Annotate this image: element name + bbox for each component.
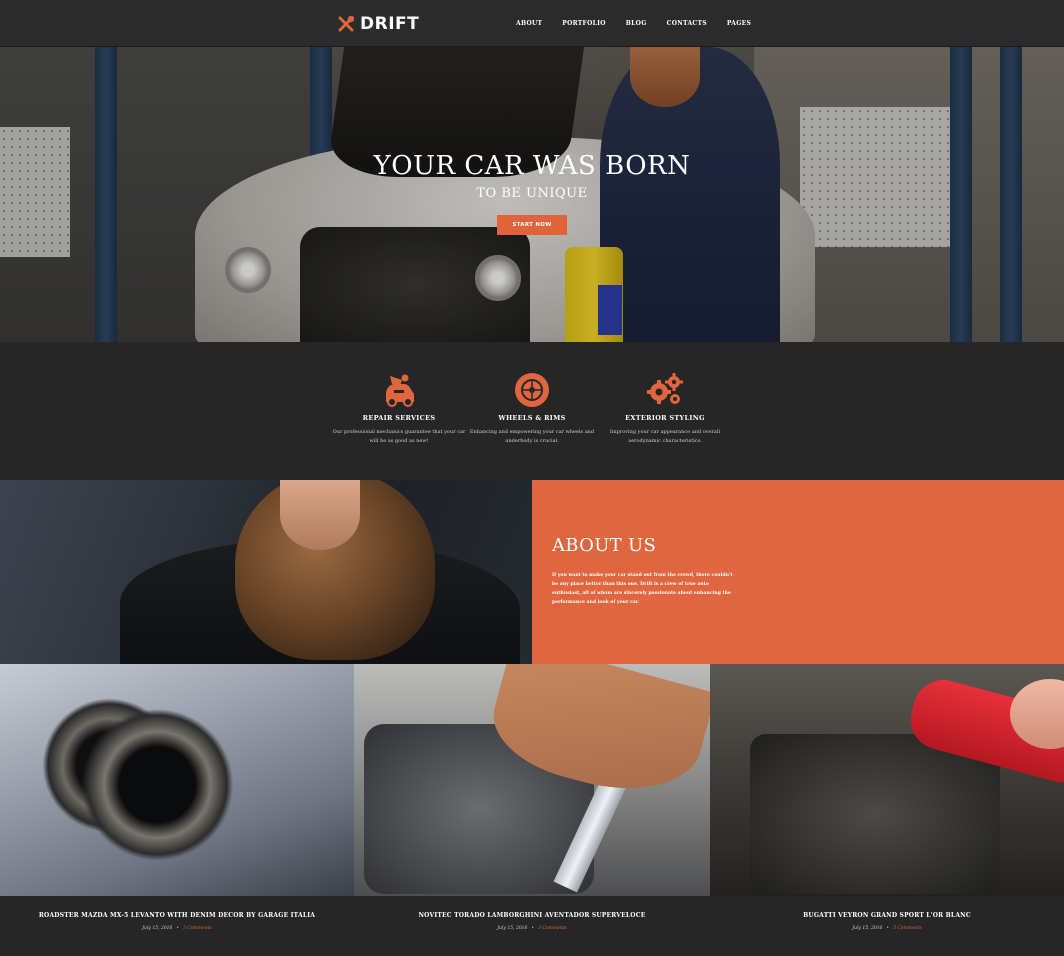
model-face xyxy=(280,480,360,550)
engine-bay xyxy=(750,734,1000,894)
post-gallery xyxy=(0,664,1064,896)
service-desc: Enhancing and empowering your car wheels… xyxy=(469,429,595,444)
hero-title: YOUR CAR WAS BORN xyxy=(373,151,691,181)
wheel-icon xyxy=(462,372,602,408)
post-date: July 15, 2016 xyxy=(142,926,173,931)
service-title: EXTERIOR STYLING xyxy=(625,414,705,422)
post-date: July 15, 2016 xyxy=(497,926,528,931)
main-nav: ABOUT PORTFOLIO BLOG CONTACTS PAGES xyxy=(516,20,751,27)
post-title[interactable]: ROADSTER MAZDA MX-5 LEVANTO WITH DENIM D… xyxy=(0,912,354,919)
post-comments-link[interactable]: 3 Comments xyxy=(538,926,567,931)
separator-dot: • xyxy=(176,926,180,931)
post-image-oil-pour[interactable] xyxy=(710,664,1064,896)
nav-pages[interactable]: PAGES xyxy=(727,20,751,27)
nav-contacts[interactable]: CONTACTS xyxy=(667,20,707,27)
about-section: ABOUT US If you want to make your car st… xyxy=(0,480,1064,664)
service-title: REPAIR SERVICES xyxy=(362,414,436,422)
service-desc: Improving your car appearance and overal… xyxy=(609,429,721,444)
about-title: ABOUT US xyxy=(552,535,657,556)
hero-banner: YOUR CAR WAS BORN TO BE UNIQUE START NOW xyxy=(0,47,1064,342)
post-title[interactable]: BUGATTI VEYRON GRAND SPORT L'OR BLANC xyxy=(710,912,1064,919)
separator-dot: • xyxy=(886,926,890,931)
post-image-exhaust[interactable] xyxy=(0,664,354,896)
post-card: BUGATTI VEYRON GRAND SPORT L'OR BLANC Ju… xyxy=(710,912,1064,931)
post-date: July 15, 2016 xyxy=(852,926,883,931)
service-desc: Our professional mechanics guarantee tha… xyxy=(332,429,466,444)
post-comments-link[interactable]: 3 Comments xyxy=(893,926,922,931)
service-repair[interactable]: REPAIR SERVICES Our professional mechani… xyxy=(329,372,469,446)
site-header: DRIFT ABOUT PORTFOLIO BLOG CONTACTS PAGE… xyxy=(0,0,1064,47)
post-image-engine-tool[interactable] xyxy=(354,664,710,896)
post-title[interactable]: NOVITEC TORADO LAMBORGHINI AVENTADOR SUP… xyxy=(355,912,709,919)
post-meta: July 15, 2016 • 3 Comments xyxy=(355,926,709,931)
about-panel: ABOUT US If you want to make your car st… xyxy=(532,480,1064,664)
service-title: WHEELS & RIMS xyxy=(498,414,566,422)
start-now-button[interactable]: START NOW xyxy=(497,215,567,235)
about-text: If you want to make your car stand out f… xyxy=(552,573,733,605)
separator-dot: • xyxy=(531,926,535,931)
post-meta: July 15, 2016 • 3 Comments xyxy=(710,926,1064,931)
service-wheels[interactable]: WHEELS & RIMS Enhancing and empowering y… xyxy=(462,372,602,446)
mechanic-car-icon xyxy=(329,372,469,408)
post-captions: ROADSTER MAZDA MX-5 LEVANTO WITH DENIM D… xyxy=(0,896,1064,956)
logo[interactable]: DRIFT xyxy=(338,14,419,34)
about-photo xyxy=(0,480,532,664)
service-exterior[interactable]: EXTERIOR STYLING Improving your car appe… xyxy=(595,372,735,446)
post-comments-link[interactable]: 3 Comments xyxy=(183,926,212,931)
gears-icon xyxy=(595,372,735,408)
hero-subtitle: TO BE UNIQUE xyxy=(476,186,588,201)
nav-about[interactable]: ABOUT xyxy=(516,20,542,27)
nav-portfolio[interactable]: PORTFOLIO xyxy=(562,20,606,27)
post-card: ROADSTER MAZDA MX-5 LEVANTO WITH DENIM D… xyxy=(0,912,354,931)
services-section: REPAIR SERVICES Our professional mechani… xyxy=(0,342,1064,480)
nav-blog[interactable]: BLOG xyxy=(626,20,647,27)
post-meta: July 15, 2016 • 3 Comments xyxy=(0,926,354,931)
post-card: NOVITEC TORADO LAMBORGHINI AVENTADOR SUP… xyxy=(355,912,709,931)
wrench-cross-icon xyxy=(338,16,354,32)
logo-text: DRIFT xyxy=(360,14,420,34)
